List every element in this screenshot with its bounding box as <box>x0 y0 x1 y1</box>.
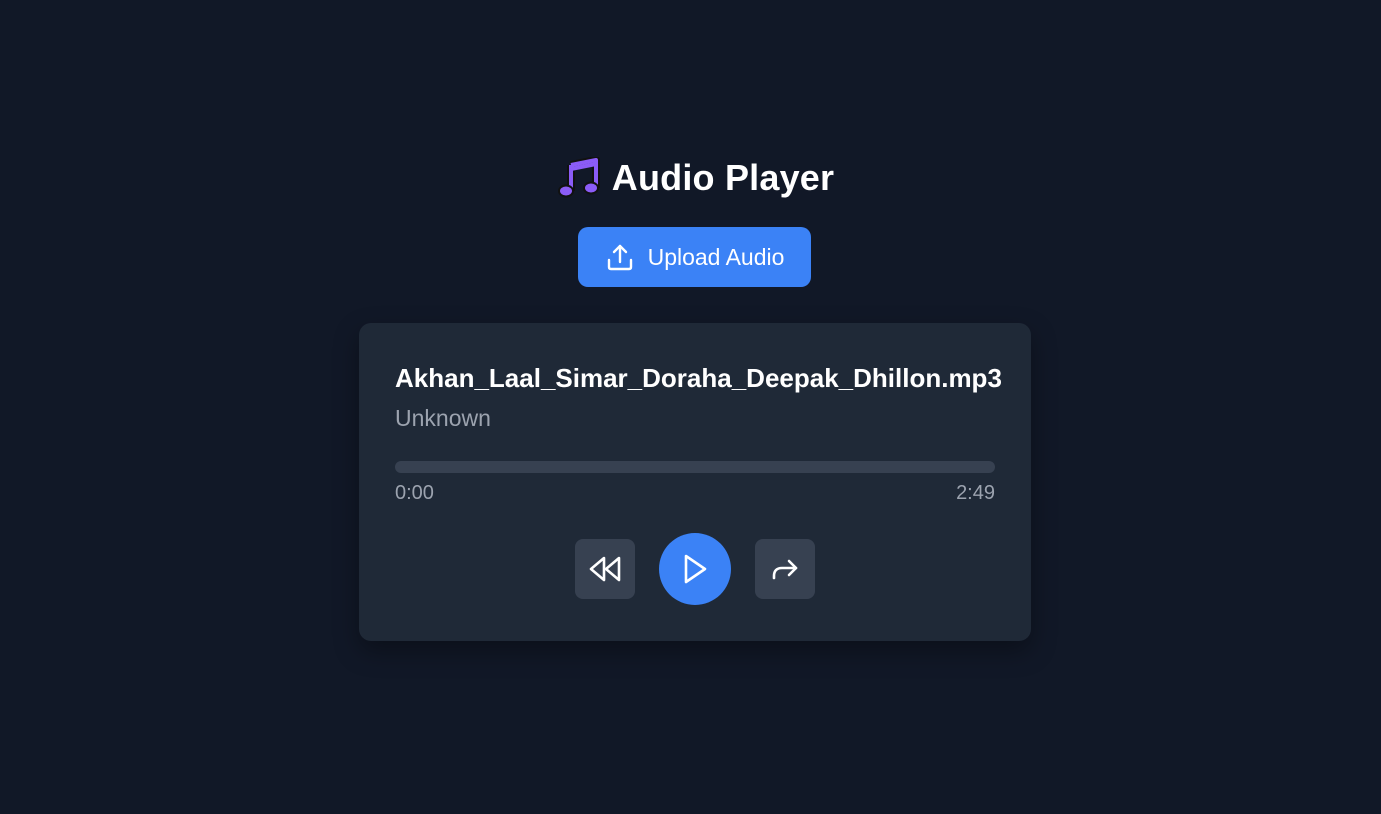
total-time: 2:49 <box>956 482 995 504</box>
play-button[interactable] <box>659 533 731 605</box>
player-card: Akhan_Laal_Simar_Doraha_Deepak_Dhillon.m… <box>359 323 1031 641</box>
upload-button-label: Upload Audio <box>647 243 785 270</box>
progress-bar[interactable] <box>395 461 995 473</box>
header: Audio Player <box>0 156 1381 200</box>
music-note-icon <box>557 157 600 199</box>
play-icon <box>681 553 709 585</box>
page-title: Audio Player <box>611 157 835 198</box>
track-artist: Unknown <box>395 405 491 431</box>
current-time: 0:00 <box>395 482 434 504</box>
page: Audio Player Upload Audio Akhan_Laal_Sim… <box>0 0 1381 814</box>
track-title: Akhan_Laal_Simar_Doraha_Deepak_Dhillon.m… <box>395 363 1002 393</box>
upload-audio-button[interactable]: Upload Audio <box>578 227 811 287</box>
rewind-button[interactable] <box>575 539 635 599</box>
upload-icon <box>605 242 635 272</box>
forward-icon <box>770 557 800 581</box>
rewind-icon <box>588 556 622 582</box>
forward-button[interactable] <box>755 539 815 599</box>
